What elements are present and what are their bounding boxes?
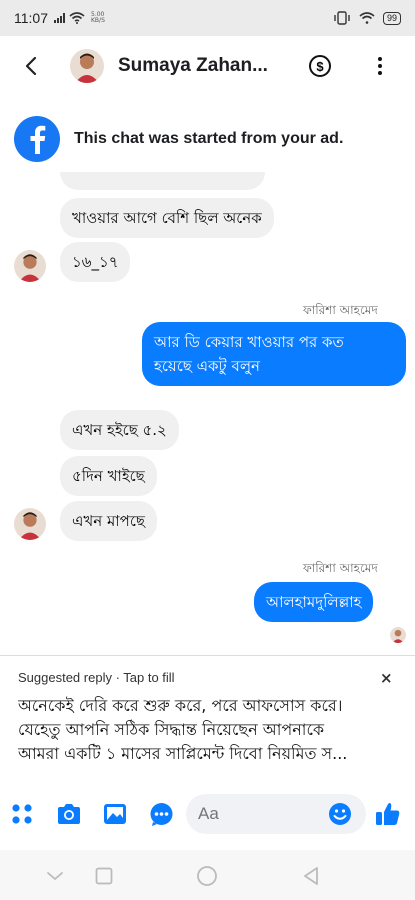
ad-notice-text: This chat was started from your ad. xyxy=(74,130,344,147)
message-text: হয়েছে একটু বলুন xyxy=(154,357,260,375)
message-bubble[interactable]: খাওয়ার আগে বেশি ছিল অনেক xyxy=(60,198,274,238)
message-bubble[interactable]: এখন মাপছে xyxy=(60,501,157,541)
message-bubble[interactable]: ১৬_১৭ xyxy=(60,242,131,282)
dollar-icon: $ xyxy=(316,58,324,74)
dot-icon xyxy=(378,71,382,75)
suggested-reply-header: Suggested reply · Tap to fill xyxy=(18,670,175,685)
message-text: খাওয়ার আগে বেশি ছিল অনেক xyxy=(72,209,262,227)
apps-icon[interactable] xyxy=(10,802,34,826)
image-icon[interactable] xyxy=(102,802,128,826)
close-icon[interactable]: × xyxy=(380,669,393,687)
message-text: এখন মাপছে xyxy=(72,512,145,530)
camera-icon[interactable] xyxy=(55,802,83,826)
message-text: ৫দিন খাইছে xyxy=(72,467,145,485)
contact-avatar[interactable] xyxy=(70,49,104,83)
emoji-icon[interactable] xyxy=(328,802,352,826)
message-text: আর ডি কেয়ার খাওয়ার পর কত xyxy=(154,333,344,351)
back-button[interactable] xyxy=(6,41,56,91)
message-text: এখন হইছে ৫.২ xyxy=(72,421,167,439)
status-icons: 5.00 KB/S xyxy=(54,12,105,24)
battery-icon: 99 xyxy=(382,11,401,25)
suggested-reply-panel[interactable]: Suggested reply · Tap to fill × অনেকেই দ… xyxy=(0,655,415,775)
message-bubble[interactable]: ৫দিন খাইছে xyxy=(60,456,157,496)
dot-icon xyxy=(378,57,382,61)
nav-recents-icon[interactable] xyxy=(90,862,118,890)
suggested-reply-line: অনেকেই দেরি করে শুরু করে, পরে আফসোস করে। xyxy=(18,696,343,715)
status-bar: 11:07 5.00 KB/S 99 xyxy=(0,0,415,36)
vibrate-icon xyxy=(334,11,350,25)
contact-name[interactable]: Sumaya Zahan... xyxy=(118,55,268,77)
message-text: আলহামদুলিল্লাহ xyxy=(266,593,362,611)
signal-icon xyxy=(54,13,65,23)
suggested-reply-text[interactable]: অনেকেই দেরি করে শুরু করে, পরে আফসোস করে।… xyxy=(18,694,403,766)
payment-button[interactable]: $ xyxy=(309,55,331,77)
thumbs-up-icon[interactable] xyxy=(374,800,402,828)
suggested-reply-line: যেহেতু আপনি সঠিক সিদ্ধান্ত নিয়েছেন আপনা… xyxy=(18,720,325,739)
wifi-status-icon xyxy=(359,12,375,24)
message-text: ১৬_১৭ xyxy=(72,253,119,271)
message-list: খাওয়ার আগে বেশি ছিল অনেক ১৬_১৭ ফারিশা আ… xyxy=(0,172,415,655)
status-right: 99 xyxy=(333,11,401,25)
suggested-reply-line: আমরা একটি ১ মাসের সাপ্লিমেন্ট দিবো নিয়ম… xyxy=(18,744,348,763)
facebook-icon xyxy=(14,116,60,162)
system-nav-bar xyxy=(0,850,415,900)
nav-back-icon[interactable] xyxy=(297,862,325,890)
dot-icon xyxy=(378,64,382,68)
ad-notice: This chat was started from your ad. xyxy=(0,106,415,172)
message-bubble[interactable]: এখন হইছে ৫.২ xyxy=(60,410,179,450)
nav-home-icon[interactable] xyxy=(193,862,221,890)
message-bubble-outgoing[interactable]: আলহামদুলিল্লাহ xyxy=(254,582,374,622)
chat-bubble-icon[interactable] xyxy=(148,801,174,827)
sender-name: ফারিশা আহমেদ xyxy=(303,303,378,317)
more-options-button[interactable] xyxy=(370,54,390,78)
network-speed: 5.00 KB/S xyxy=(91,11,105,24)
contact-avatar-small[interactable] xyxy=(14,508,46,540)
contact-avatar-small[interactable] xyxy=(14,250,46,282)
composer-bar xyxy=(0,786,415,842)
message-bubble-outgoing[interactable]: আর ডি কেয়ার খাওয়ার পর কত হয়েছে একটু ব… xyxy=(142,322,406,386)
chevron-left-icon xyxy=(25,56,37,76)
wifi-icon xyxy=(69,12,85,24)
read-receipt-avatar xyxy=(390,627,406,643)
chat-header: Sumaya Zahan... $ xyxy=(0,36,415,96)
nav-down-chevron-icon[interactable] xyxy=(40,862,70,890)
sender-name: ফারিশা আহমেদ xyxy=(303,561,378,575)
status-time: 11:07 xyxy=(14,10,48,26)
message-bubble-clipped[interactable] xyxy=(60,172,265,190)
